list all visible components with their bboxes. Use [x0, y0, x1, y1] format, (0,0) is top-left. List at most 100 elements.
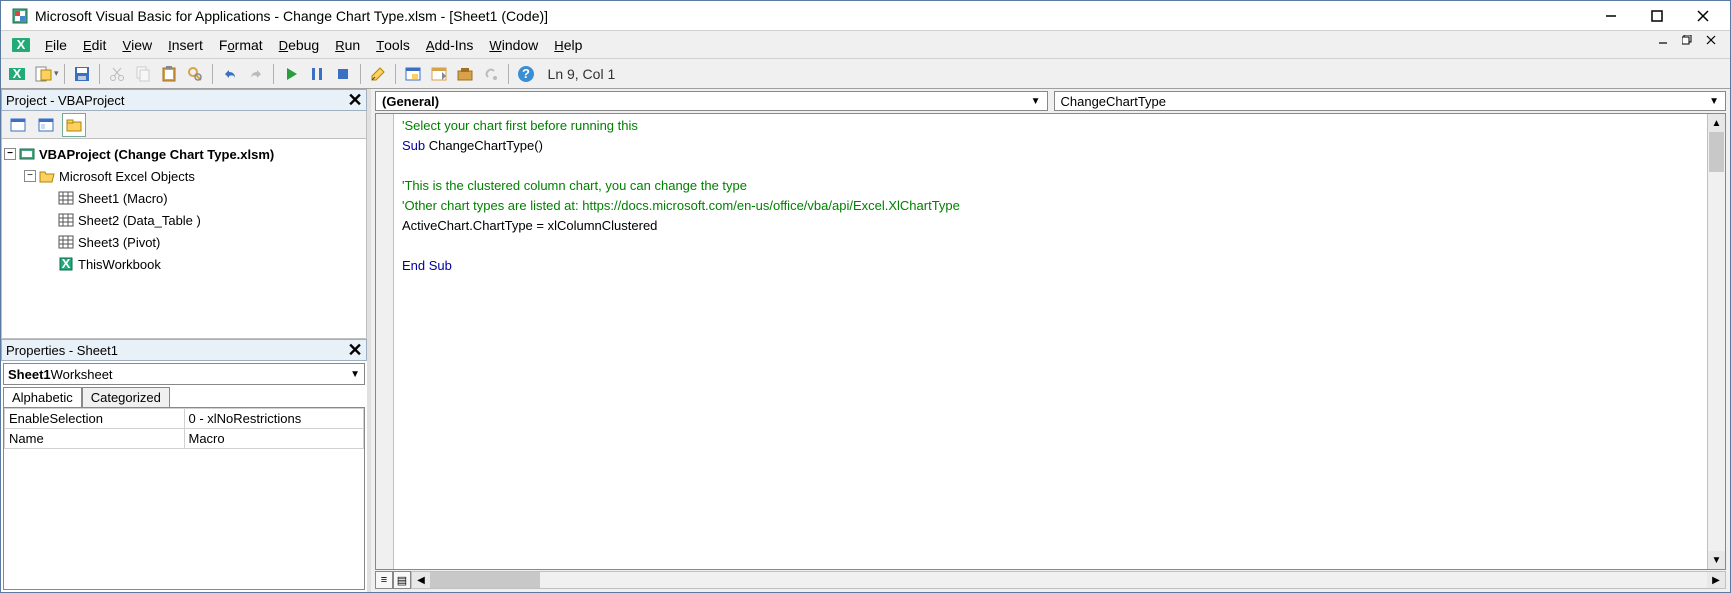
object-combo[interactable]: (General) ▼ [375, 91, 1048, 111]
property-value[interactable]: 0 - xlNoRestrictions [184, 409, 364, 429]
menu-tools[interactable]: Tools [368, 33, 418, 57]
vertical-scrollbar[interactable]: ▲ ▼ [1707, 114, 1725, 569]
view-excel-icon[interactable]: X [5, 62, 29, 86]
svg-text:X: X [13, 66, 22, 81]
tree-sheet3[interactable]: Sheet3 (Pivot) [4, 231, 364, 253]
toggle-folders-icon[interactable] [62, 113, 86, 137]
menu-run[interactable]: Run [327, 33, 368, 57]
project-explorer-icon[interactable] [401, 62, 425, 86]
break-icon[interactable] [305, 62, 329, 86]
insert-module-icon[interactable] [31, 62, 55, 86]
toolbox-icon[interactable] [453, 62, 477, 86]
scroll-down-icon[interactable]: ▼ [1708, 551, 1725, 569]
properties-tabs: Alphabetic Categorized [3, 387, 365, 407]
properties-combo-type: Worksheet [51, 367, 113, 382]
undo-icon[interactable] [218, 62, 242, 86]
menu-window[interactable]: Window [481, 33, 546, 57]
properties-grid[interactable]: EnableSelection0 - xlNoRestrictions Name… [3, 407, 365, 590]
tab-alphabetic[interactable]: Alphabetic [3, 387, 82, 407]
code-header: (General) ▼ ChangeChartType ▼ [371, 89, 1730, 113]
project-toolbar [1, 111, 367, 139]
paste-icon[interactable] [157, 62, 181, 86]
scroll-up-icon[interactable]: ▲ [1708, 114, 1725, 132]
properties-panel-close-icon[interactable]: ✕ [344, 339, 366, 361]
vbaproject-icon [19, 146, 35, 162]
code-editor[interactable]: 'Select your chart first before running … [375, 113, 1726, 570]
property-key: EnableSelection [5, 409, 185, 429]
mdi-close-button[interactable] [1706, 33, 1730, 57]
tree-sheet2[interactable]: Sheet2 (Data_Table ) [4, 209, 364, 231]
project-tree[interactable]: − VBAProject (Change Chart Type.xlsm) − … [1, 139, 367, 339]
scroll-right-icon[interactable]: ▶ [1707, 572, 1725, 588]
svg-text:X: X [62, 256, 71, 271]
menu-help[interactable]: Help [546, 33, 590, 57]
left-pane: Project - VBAProject ✕ − VBAProject (Cha… [1, 89, 371, 592]
svg-text:?: ? [522, 66, 530, 81]
view-object-icon[interactable] [34, 113, 58, 137]
worksheet-icon [58, 234, 74, 250]
code-text[interactable]: 'Select your chart first before running … [394, 114, 1707, 569]
menu-view[interactable]: View [114, 33, 160, 57]
property-row[interactable]: EnableSelection0 - xlNoRestrictions [5, 409, 364, 429]
save-icon[interactable] [70, 62, 94, 86]
full-module-view-icon[interactable]: ▤ [393, 571, 411, 589]
minimize-button[interactable] [1588, 1, 1634, 31]
code-margin [376, 114, 394, 569]
svg-text:X: X [17, 37, 26, 52]
menu-edit[interactable]: Edit [75, 33, 114, 57]
reset-icon[interactable] [331, 62, 355, 86]
menu-addins[interactable]: Add-Ins [418, 33, 482, 57]
titlebar: Microsoft Visual Basic for Applications … [1, 1, 1730, 31]
scrollbar-thumb[interactable] [430, 572, 540, 588]
property-row[interactable]: NameMacro [5, 429, 364, 449]
menubar: X File Edit View Insert Format Debug Run… [1, 31, 1730, 59]
close-button[interactable] [1680, 1, 1726, 31]
scrollbar-thumb[interactable] [1709, 132, 1724, 172]
cursor-position-status: Ln 9, Col 1 [548, 66, 616, 82]
excel-icon[interactable]: X [11, 35, 31, 55]
chevron-down-icon: ▼ [1709, 96, 1719, 107]
properties-object-combo[interactable]: Sheet1 Worksheet ▼ [3, 363, 365, 385]
mdi-restore-button[interactable] [1682, 33, 1706, 57]
tree-folder-objects[interactable]: − Microsoft Excel Objects [4, 165, 364, 187]
tree-project-root[interactable]: − VBAProject (Change Chart Type.xlsm) [4, 143, 364, 165]
menu-insert[interactable]: Insert [160, 33, 211, 57]
collapse-icon[interactable]: − [4, 148, 16, 160]
maximize-button[interactable] [1634, 1, 1680, 31]
cut-icon[interactable] [105, 62, 129, 86]
property-key: Name [5, 429, 185, 449]
menu-format[interactable]: Format [211, 33, 271, 57]
property-value[interactable]: Macro [184, 429, 364, 449]
properties-window-icon[interactable] [427, 62, 451, 86]
collapse-icon[interactable]: − [24, 170, 36, 182]
help-icon[interactable]: ? [514, 62, 538, 86]
project-panel-header: Project - VBAProject ✕ [1, 89, 367, 111]
scroll-left-icon[interactable]: ◀ [412, 572, 430, 588]
tree-thisworkbook[interactable]: X ThisWorkbook [4, 253, 364, 275]
tree-item-label: ThisWorkbook [78, 257, 161, 272]
object-combo-value: (General) [382, 94, 439, 109]
menu-debug[interactable]: Debug [271, 33, 328, 57]
horizontal-scrollbar[interactable]: ◀ ▶ [411, 571, 1726, 589]
object-browser-icon[interactable] [479, 62, 503, 86]
design-mode-icon[interactable] [366, 62, 390, 86]
procedure-view-icon[interactable]: ≡ [375, 571, 393, 589]
menu-file[interactable]: File [37, 33, 75, 57]
tree-item-label: Sheet1 (Macro) [78, 191, 168, 206]
app-icon [11, 7, 29, 25]
redo-icon[interactable] [244, 62, 268, 86]
workbook-icon: X [58, 256, 74, 272]
worksheet-icon [58, 190, 74, 206]
properties-combo-name: Sheet1 [8, 367, 51, 382]
run-icon[interactable] [279, 62, 303, 86]
find-icon[interactable] [183, 62, 207, 86]
view-code-icon[interactable] [6, 113, 30, 137]
copy-icon[interactable] [131, 62, 155, 86]
mdi-minimize-button[interactable] [1658, 33, 1682, 57]
tree-sheet1[interactable]: Sheet1 (Macro) [4, 187, 364, 209]
tab-categorized[interactable]: Categorized [82, 387, 170, 407]
tree-item-label: Sheet2 (Data_Table ) [78, 213, 201, 228]
chevron-down-icon: ▼ [1031, 96, 1041, 107]
project-panel-close-icon[interactable]: ✕ [344, 89, 366, 111]
procedure-combo[interactable]: ChangeChartType ▼ [1054, 91, 1727, 111]
